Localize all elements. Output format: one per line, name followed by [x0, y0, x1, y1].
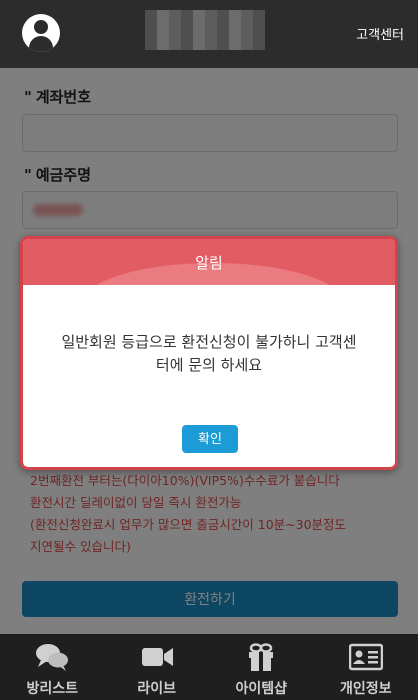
gift-icon [249, 643, 274, 671]
bottom-nav: 방리스트 라이브 아이템샵 개인정보 [0, 634, 418, 700]
confirm-button[interactable]: 확인 [182, 425, 238, 453]
alert-dialog-title: 알림 [195, 254, 223, 272]
profile-icon[interactable] [22, 14, 60, 52]
blurred-logo [145, 10, 265, 50]
app-header: 고객센터 [0, 0, 418, 68]
video-camera-icon [141, 648, 173, 666]
chat-bubbles-icon [36, 644, 69, 671]
alert-dialog-message: 일반회원 등급으로 환전신청이 불가하니 고객센 터에 문의 하세요 [61, 333, 357, 374]
nav-room-list[interactable]: 방리스트 [0, 634, 105, 700]
alert-dialog: 알림 일반회원 등급으로 환전신청이 불가하니 고객센 터에 문의 하세요 확인 [20, 236, 398, 470]
customer-center-link[interactable]: 고객센터 [356, 24, 404, 43]
nav-personal-info[interactable]: 개인정보 [314, 634, 418, 700]
id-card-icon [348, 643, 383, 671]
nav-item-shop[interactable]: 아이템샵 [209, 634, 314, 700]
alert-dialog-header: 알림 [23, 239, 395, 285]
nav-live[interactable]: 라이브 [105, 634, 210, 700]
